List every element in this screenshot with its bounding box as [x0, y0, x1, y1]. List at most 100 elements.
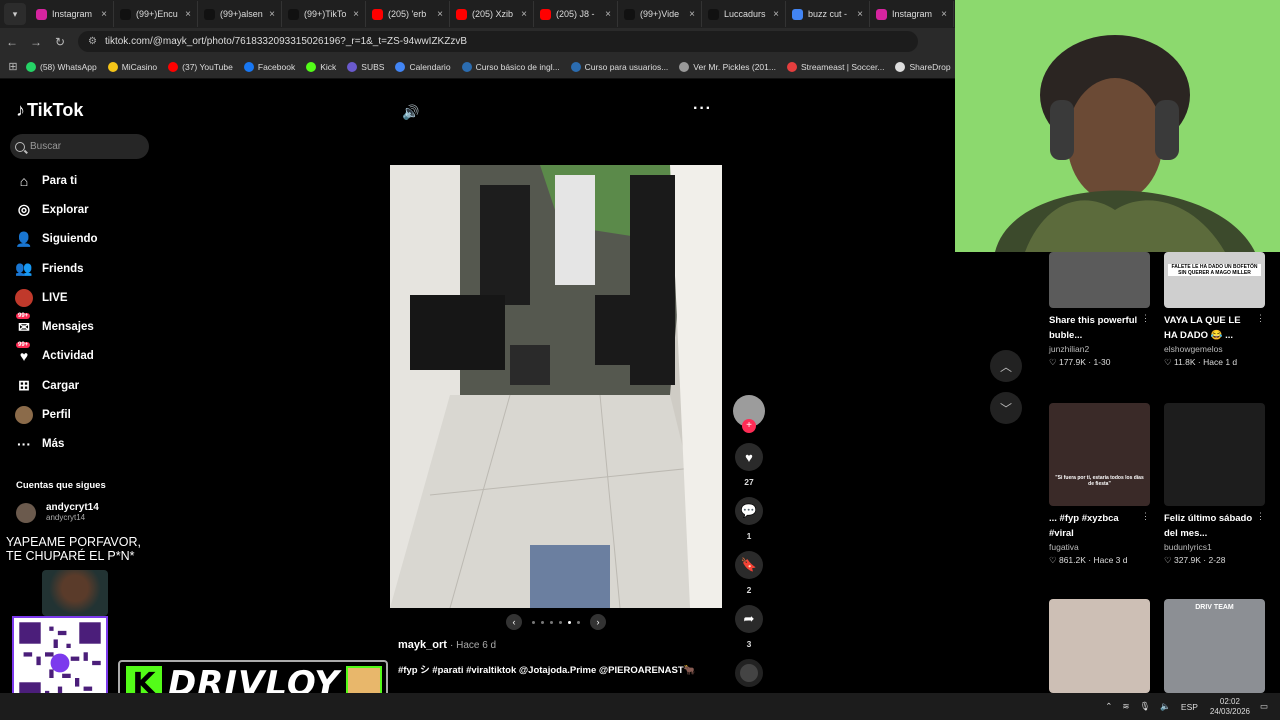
- sidebar-item-siguiendo[interactable]: 👤 Siguiendo: [14, 225, 164, 254]
- carousel-dot[interactable]: [559, 620, 562, 624]
- language-indicator[interactable]: ESP: [1181, 702, 1198, 712]
- sidebar-item-más[interactable]: ··· Más: [14, 430, 164, 459]
- music-disc-icon[interactable]: [735, 659, 763, 687]
- more-vertical-icon[interactable]: ⋮: [1256, 313, 1265, 324]
- video-thumbnail[interactable]: "Si fuera por ti, estaria todos los días…: [1049, 403, 1150, 506]
- browser-tab[interactable]: Instagram ×: [870, 1, 954, 27]
- save-button[interactable]: 🔖: [735, 551, 763, 579]
- like-button[interactable]: ♥: [735, 443, 763, 471]
- close-icon[interactable]: ×: [353, 9, 359, 20]
- bookmark-item[interactable]: Curso básico de ingl...: [461, 61, 560, 72]
- next-video-button[interactable]: ﹀: [990, 392, 1022, 424]
- creator-avatar[interactable]: +: [733, 395, 765, 433]
- sidebar-item-para-ti[interactable]: ⌂ Para ti: [14, 166, 164, 195]
- close-icon[interactable]: ×: [605, 9, 611, 20]
- bookmark-item[interactable]: SUBS: [347, 61, 384, 72]
- carousel-dot[interactable]: [568, 620, 571, 624]
- close-icon[interactable]: ×: [101, 9, 107, 20]
- bookmark-item[interactable]: (58) WhatsApp: [26, 61, 97, 72]
- close-icon[interactable]: ×: [269, 9, 275, 20]
- video-thumbnail[interactable]: [1164, 403, 1265, 506]
- following-account[interactable]: andycryt14 andycryt14: [16, 502, 99, 523]
- carousel-dot[interactable]: [541, 620, 544, 624]
- browser-tab[interactable]: Luccadurs ×: [702, 1, 786, 27]
- sidebar-item-friends[interactable]: 👥 Friends: [14, 254, 164, 283]
- video-thumbnail[interactable]: DRIV TEAM: [1164, 599, 1265, 693]
- sidebar-item-cargar[interactable]: ⊞ Cargar: [14, 371, 164, 400]
- video-thumbnail[interactable]: [1049, 252, 1150, 308]
- browser-tab[interactable]: (205) J8 - ×: [534, 1, 618, 27]
- recommended-video[interactable]: [1049, 599, 1150, 693]
- browser-tab[interactable]: buzz cut - ×: [786, 1, 870, 27]
- back-icon[interactable]: ←: [0, 35, 24, 49]
- video-author[interactable]: fugativa: [1049, 542, 1150, 552]
- bookmark-item[interactable]: Facebook: [243, 61, 295, 72]
- video-author[interactable]: junzhilian2: [1049, 344, 1150, 354]
- browser-tab[interactable]: (99+)TikTo ×: [282, 1, 366, 27]
- sidebar-item-live[interactable]: LIVE: [14, 283, 164, 312]
- browser-tab[interactable]: (205) 'erb ×: [366, 1, 450, 27]
- notifications-icon[interactable]: ▭: [1260, 701, 1268, 712]
- close-icon[interactable]: ×: [437, 9, 443, 20]
- bookmark-item[interactable]: Streameast | Soccer...: [786, 61, 884, 72]
- tab-search-icon[interactable]: ▾: [4, 3, 26, 25]
- mic-icon[interactable]: 🎙: [1140, 701, 1151, 712]
- tiktok-logo[interactable]: ♪ TikTok: [16, 100, 83, 121]
- close-icon[interactable]: ×: [521, 9, 527, 20]
- more-vertical-icon[interactable]: ⋮: [1256, 511, 1265, 522]
- apps-grid-icon[interactable]: ⊞: [0, 60, 26, 73]
- browser-tab[interactable]: (99+)alsen ×: [198, 1, 282, 27]
- close-icon[interactable]: ×: [689, 9, 695, 20]
- recommended-video[interactable]: FALETE LE HA DADO UN BOFETÓN SIN QUERER …: [1164, 252, 1265, 368]
- browser-tab[interactable]: (99+)Encu ×: [114, 1, 198, 27]
- carousel-prev-button[interactable]: ‹: [506, 614, 522, 630]
- address-bar[interactable]: ⚙ tiktok.com/@mayk_ort/photo/76183320933…: [78, 31, 918, 52]
- recommended-video[interactable]: Feliz último sábado del mes... ⋮ budunlyri…: [1164, 403, 1265, 566]
- bookmark-item[interactable]: Calendario: [395, 61, 451, 72]
- carousel-next-button[interactable]: ›: [590, 614, 606, 630]
- bookmark-item[interactable]: ShareDrop: [895, 61, 951, 72]
- close-icon[interactable]: ×: [185, 9, 191, 20]
- close-icon[interactable]: ×: [941, 9, 947, 20]
- recommended-video[interactable]: Share this powerful buble... ⋮ junzhilian2…: [1049, 252, 1150, 368]
- sidebar-item-mensajes[interactable]: ✉ 99+ Mensajes: [14, 312, 164, 341]
- video-thumbnail[interactable]: [1049, 599, 1150, 693]
- sidebar-item-explorar[interactable]: ◎ Explorar: [14, 195, 164, 224]
- site-info-icon[interactable]: ⚙: [88, 36, 97, 47]
- reload-icon[interactable]: ↻: [48, 35, 72, 49]
- post-author[interactable]: mayk_ort · Hace 6 d: [398, 639, 496, 651]
- sidebar-item-perfil[interactable]: Perfil: [14, 400, 164, 429]
- recommended-video[interactable]: "Si fuera por ti, estaria todos los días…: [1049, 403, 1150, 566]
- browser-tab[interactable]: Instagram ×: [30, 1, 114, 27]
- bookmark-item[interactable]: Ver Mr. Pickles (201...: [679, 61, 776, 72]
- video-thumbnail[interactable]: FALETE LE HA DADO UN BOFETÓN SIN QUERER …: [1164, 252, 1265, 308]
- browser-tab[interactable]: (99+)Vide ×: [618, 1, 702, 27]
- bookmark-item[interactable]: Curso para usuarios...: [570, 61, 668, 72]
- sidebar-item-actividad[interactable]: ♥ 99+ Actividad: [14, 342, 164, 371]
- bookmark-item[interactable]: (37) YouTube: [168, 61, 233, 72]
- close-icon[interactable]: ×: [773, 9, 779, 20]
- author-name[interactable]: mayk_ort: [398, 639, 447, 651]
- more-options-icon[interactable]: ···: [693, 100, 712, 118]
- browser-tab[interactable]: (205) Xzib ×: [450, 1, 534, 27]
- search-input[interactable]: Buscar: [10, 134, 149, 159]
- wifi-icon[interactable]: ≋: [1122, 701, 1129, 712]
- previous-video-button[interactable]: ︿: [990, 350, 1022, 382]
- carousel-dot[interactable]: [550, 620, 553, 624]
- share-button[interactable]: ➦: [735, 605, 763, 633]
- forward-icon[interactable]: →: [24, 35, 48, 49]
- bookmark-item[interactable]: Kick: [306, 61, 336, 72]
- video-author[interactable]: budunlyrics1: [1164, 542, 1265, 552]
- recommended-video[interactable]: DRIV TEAM: [1164, 599, 1265, 693]
- follow-plus-icon[interactable]: +: [742, 419, 756, 433]
- carousel-dot[interactable]: [577, 620, 580, 624]
- chevron-up-icon[interactable]: ⌃: [1105, 701, 1112, 712]
- speaker-icon[interactable]: 🔈: [1160, 701, 1171, 712]
- close-icon[interactable]: ×: [857, 9, 863, 20]
- post-photo[interactable]: [390, 165, 722, 608]
- comment-button[interactable]: 💬: [735, 497, 763, 525]
- bookmark-item[interactable]: MiCasino: [107, 61, 157, 72]
- more-vertical-icon[interactable]: ⋮: [1141, 313, 1150, 324]
- clock[interactable]: 02:02 24/03/2026: [1210, 697, 1250, 717]
- volume-icon[interactable]: 🔊: [402, 104, 419, 121]
